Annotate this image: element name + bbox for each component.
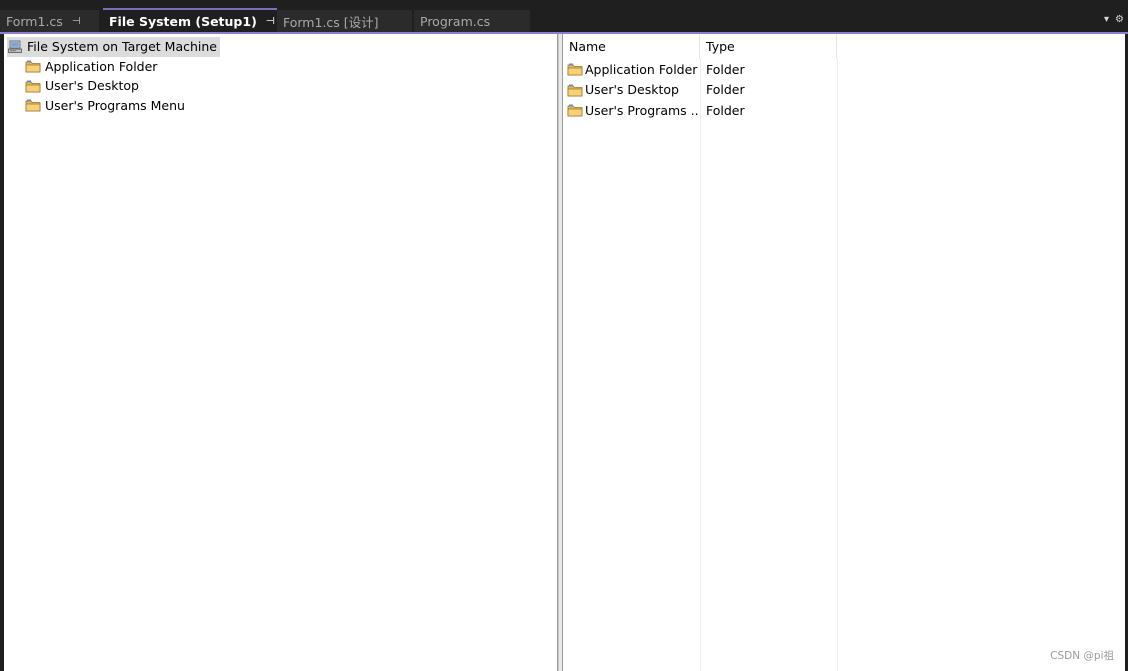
file-list-pane[interactable]: Name Type Application Folder Folder User…	[563, 34, 1125, 671]
column-header-name[interactable]: Name	[563, 34, 700, 58]
list-item-name: User's Desktop	[585, 82, 679, 98]
tab-program-cs[interactable]: Program.cs	[414, 10, 530, 32]
tree-node-users-programs-menu[interactable]: User's Programs Menu	[7, 96, 220, 116]
folder-icon	[567, 83, 583, 97]
list-item-name-cell: User's Programs ...	[563, 103, 700, 118]
list-item-type: Folder	[706, 102, 745, 118]
list-item-name: Application Folder	[585, 61, 698, 77]
ide-window: Form1.cs ⊣ File System (Setup1) ⊣ ✕ Form…	[0, 0, 1128, 671]
gear-icon[interactable]: ⚙	[1115, 14, 1124, 25]
file-system-tree-pane[interactable]: File System on Target Machine Applicatio…	[4, 34, 558, 671]
tree-node-label: User's Desktop	[45, 78, 139, 94]
list-item[interactable]: Application Folder Folder	[563, 59, 837, 80]
tree-node-target-machine[interactable]: File System on Target Machine	[7, 37, 220, 57]
tab-form1-cs[interactable]: Form1.cs ⊣	[0, 10, 99, 32]
tab-file-system-setup1[interactable]: File System (Setup1) ⊣ ✕	[103, 8, 277, 32]
tree-node-users-desktop[interactable]: User's Desktop	[7, 76, 220, 96]
list-item-name-cell: Application Folder	[563, 62, 700, 77]
list-rows: Application Folder Folder User's Desktop…	[563, 59, 837, 121]
list-item-type: Folder	[706, 82, 745, 98]
tab-label: File System (Setup1)	[109, 13, 257, 29]
folder-icon	[567, 62, 583, 76]
folder-icon	[567, 103, 583, 117]
list-item-name-cell: User's Desktop	[563, 82, 700, 97]
tree-node-label: File System on Target Machine	[27, 39, 217, 55]
chevron-down-icon[interactable]: ▾	[1104, 14, 1109, 25]
tab-label: Form1.cs [设计]	[283, 14, 379, 30]
folder-icon	[25, 59, 41, 73]
tab-form1-cs-design[interactable]: Form1.cs [设计]	[277, 10, 412, 32]
computer-icon	[7, 40, 23, 54]
pin-icon[interactable]: ⊣	[72, 16, 81, 27]
tree-node-label: User's Programs Menu	[45, 97, 185, 113]
folder-icon	[25, 98, 41, 112]
column-header-type[interactable]: Type	[700, 34, 837, 58]
tree-node-application-folder[interactable]: Application Folder	[7, 57, 220, 77]
folder-icon	[25, 79, 41, 93]
document-tab-strip: Form1.cs ⊣ File System (Setup1) ⊣ ✕ Form…	[0, 0, 1128, 32]
list-item[interactable]: User's Desktop Folder	[563, 80, 837, 101]
tree-node-label: Application Folder	[45, 58, 158, 74]
list-header: Name Type	[563, 34, 837, 58]
watermark: CSDN @pi祖	[1050, 650, 1114, 662]
file-system-tree: File System on Target Machine Applicatio…	[7, 37, 220, 115]
list-item[interactable]: User's Programs ... Folder	[563, 100, 837, 121]
tab-strip-controls: ▾ ⚙	[1104, 14, 1124, 25]
tab-label: Program.cs	[420, 13, 491, 29]
column-divider	[700, 58, 701, 671]
tab-label: Form1.cs	[6, 13, 63, 29]
list-item-name: User's Programs ...	[585, 102, 700, 118]
list-item-type: Folder	[706, 61, 745, 77]
pin-icon[interactable]: ⊣	[266, 16, 275, 27]
column-divider	[837, 58, 838, 671]
